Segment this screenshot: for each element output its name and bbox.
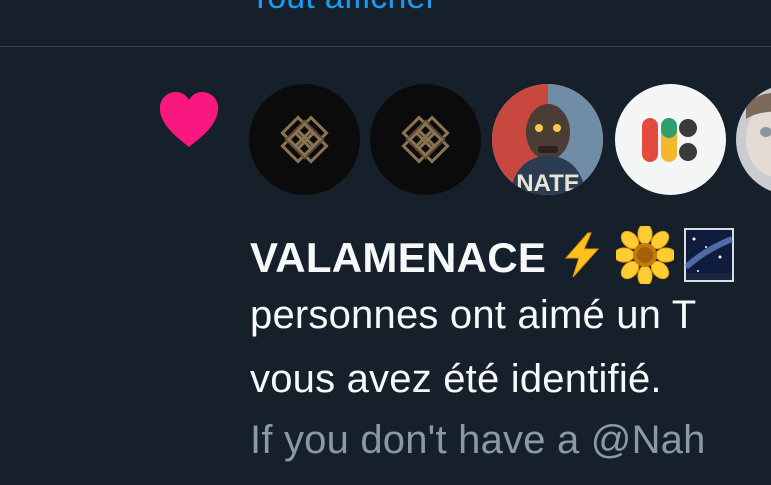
night-sky-icon [684, 227, 735, 288]
quoted-tweet-text[interactable]: If you don't have a @Nah [250, 418, 706, 463]
lightning-icon [560, 232, 604, 283]
show-all-link[interactable]: Tout afficher [250, 0, 437, 17]
divider [0, 46, 771, 47]
notification-message-line1: personnes ont aimé un T [250, 293, 697, 337]
avatar[interactable] [249, 84, 360, 195]
notification-screen: Tout afficher [0, 0, 771, 485]
avatar[interactable]: NATE [492, 84, 603, 195]
avatar[interactable] [615, 84, 726, 195]
avatar-label: NATE [516, 170, 580, 195]
avatar[interactable] [370, 84, 481, 195]
user-name[interactable]: VALAMENACE [250, 234, 546, 282]
sunflower-icon [613, 223, 677, 289]
avatar[interactable] [736, 84, 771, 195]
notification-title: VALAMENACE [250, 223, 735, 289]
heart-icon [157, 90, 221, 150]
notification-message-line2: vous avez été identifié. [250, 357, 662, 401]
